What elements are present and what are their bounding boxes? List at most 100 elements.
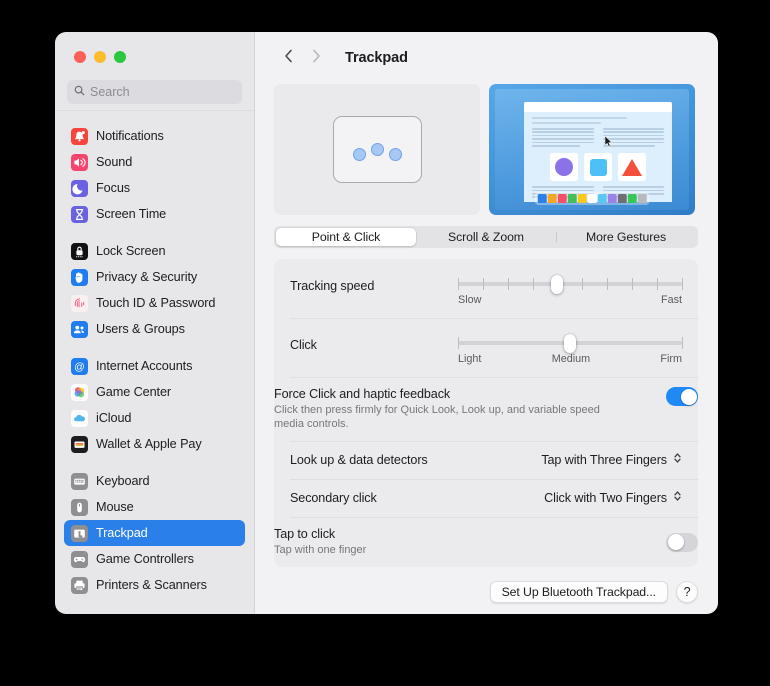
game-center-icon bbox=[71, 383, 88, 401]
tab-more-gestures[interactable]: More Gestures bbox=[556, 228, 696, 246]
tracking-speed-label: Tracking speed bbox=[290, 279, 375, 293]
sidebar-item-label: Mouse bbox=[96, 500, 134, 514]
notifications-icon bbox=[71, 127, 88, 145]
sidebar-item-label: Sound bbox=[96, 155, 133, 169]
tracking-speed-legend: Slow Fast bbox=[458, 294, 682, 306]
sidebar-group-1: Notifications Sound Focus Screen Time bbox=[55, 123, 254, 227]
sidebar-item-label: Game Center bbox=[96, 385, 172, 399]
setup-bluetooth-trackpad-button[interactable]: Set Up Bluetooth Trackpad... bbox=[489, 581, 668, 603]
privacy-security-icon bbox=[71, 268, 88, 286]
chevron-up-down-icon bbox=[673, 451, 682, 470]
screen-time-icon bbox=[71, 205, 88, 223]
sidebar-nav: Notifications Sound Focus Screen Time Lo… bbox=[55, 110, 254, 614]
sidebar-item-printers-scanners[interactable]: Printers & Scanners bbox=[64, 572, 245, 598]
preview-window-body bbox=[524, 112, 672, 200]
sidebar-item-label: Wallet & Apple Pay bbox=[96, 437, 202, 451]
toolbar: Trackpad bbox=[255, 32, 718, 84]
finger-dot bbox=[370, 143, 384, 156]
slider-track[interactable] bbox=[458, 334, 683, 353]
slider-thumb[interactable] bbox=[564, 334, 576, 353]
preview-card bbox=[550, 153, 578, 182]
sidebar-item-privacy-security[interactable]: Privacy & Security bbox=[64, 264, 245, 290]
click-legend: Light Medium Firm bbox=[458, 353, 682, 365]
sidebar-item-mouse[interactable]: Mouse bbox=[64, 494, 245, 520]
dock-app-icon bbox=[607, 194, 617, 203]
look-up-row: Look up & data detectors Tap with Three … bbox=[274, 441, 698, 479]
slider-track[interactable] bbox=[458, 275, 683, 294]
preview-column bbox=[532, 127, 594, 148]
slider-tick bbox=[632, 278, 634, 290]
users-groups-icon bbox=[71, 320, 88, 338]
sidebar-item-label: Trackpad bbox=[96, 526, 148, 540]
minimize-window-button[interactable] bbox=[94, 51, 106, 63]
tap-to-click-label: Tap to click bbox=[274, 527, 336, 541]
page-title: Trackpad bbox=[345, 50, 408, 66]
tap-to-click-description: Tap with one finger bbox=[274, 544, 367, 556]
tracking-speed-slider[interactable]: Slow Fast bbox=[458, 273, 683, 306]
slider-tick bbox=[607, 278, 609, 290]
slider-tick bbox=[482, 278, 484, 290]
force-click-description: Click then press firmly for Quick Look, … bbox=[274, 404, 600, 430]
zoom-window-button[interactable] bbox=[114, 51, 126, 63]
system-settings-window: Notifications Sound Focus bbox=[55, 32, 718, 614]
slider-max-label: Fast bbox=[661, 294, 682, 306]
tap-to-click-toggle[interactable] bbox=[666, 532, 698, 552]
search-input[interactable] bbox=[90, 85, 235, 99]
sidebar-item-keyboard[interactable]: Keyboard bbox=[64, 468, 245, 494]
sidebar: Notifications Sound Focus bbox=[55, 32, 255, 614]
slider-thumb[interactable] bbox=[551, 275, 564, 294]
force-click-toggle[interactable] bbox=[666, 387, 698, 406]
back-button[interactable] bbox=[275, 45, 301, 71]
secondary-click-popup-button[interactable]: Click with Two Fingers bbox=[544, 489, 682, 508]
trackpad-outline bbox=[332, 116, 422, 183]
game-controllers-icon bbox=[71, 550, 88, 568]
preview-row bbox=[274, 84, 698, 215]
preview-card bbox=[584, 153, 612, 182]
help-button[interactable]: ? bbox=[676, 581, 698, 603]
click-row: Click Light Medium Firm bbox=[274, 318, 698, 377]
close-window-button[interactable] bbox=[74, 51, 86, 63]
dock-app-icon bbox=[557, 194, 567, 203]
sidebar-item-sound[interactable]: Sound bbox=[64, 149, 245, 175]
sidebar-item-wallet[interactable]: Wallet & Apple Pay bbox=[64, 431, 245, 457]
secondary-click-label: Secondary click bbox=[290, 491, 377, 505]
tab-bar: Point & Click Scroll & Zoom More Gesture… bbox=[274, 226, 698, 248]
dock-app-icon bbox=[637, 194, 647, 203]
click-slider[interactable]: Light Medium Firm bbox=[458, 332, 683, 365]
sidebar-item-internet-accounts[interactable]: @ Internet Accounts bbox=[64, 353, 245, 379]
sidebar-item-focus[interactable]: Focus bbox=[64, 175, 245, 201]
sidebar-item-lock-screen[interactable]: Lock Screen bbox=[64, 238, 245, 264]
sidebar-item-game-center[interactable]: Game Center bbox=[64, 379, 245, 405]
tap-to-click-row: Tap to click Tap with one finger bbox=[274, 517, 698, 567]
preview-window-titlebar bbox=[524, 102, 672, 112]
search-box[interactable] bbox=[67, 80, 242, 104]
sidebar-item-users-groups[interactable]: Users & Groups bbox=[64, 316, 245, 342]
sidebar-divider-1 bbox=[55, 227, 254, 238]
desktop-scene bbox=[495, 89, 689, 210]
sound-icon bbox=[71, 153, 88, 171]
search-wrapper bbox=[55, 76, 254, 104]
sidebar-item-trackpad[interactable]: Trackpad bbox=[64, 520, 245, 546]
settings-card: Tracking speed Slow Fast Click Light Med… bbox=[274, 259, 698, 567]
wallet-icon bbox=[71, 435, 88, 453]
dock-app-icon bbox=[597, 194, 607, 203]
chevron-left-icon bbox=[284, 49, 293, 68]
chevron-right-icon bbox=[312, 49, 321, 68]
slider-tick bbox=[682, 337, 683, 349]
tab-scroll-and-zoom[interactable]: Scroll & Zoom bbox=[416, 228, 556, 246]
sidebar-item-icloud[interactable]: iCloud bbox=[64, 405, 245, 431]
dock-app-icon bbox=[547, 194, 557, 203]
sidebar-item-game-controllers[interactable]: Game Controllers bbox=[64, 546, 245, 572]
tab-label: Scroll & Zoom bbox=[448, 230, 524, 244]
dock-app-icon bbox=[577, 194, 587, 203]
sidebar-item-notifications[interactable]: Notifications bbox=[64, 123, 245, 149]
look-up-popup-button[interactable]: Tap with Three Fingers bbox=[541, 451, 682, 470]
mouse-icon bbox=[71, 498, 88, 516]
forward-button[interactable] bbox=[303, 45, 329, 71]
lock-screen-icon bbox=[71, 242, 88, 260]
tab-point-and-click[interactable]: Point & Click bbox=[276, 228, 416, 246]
sidebar-item-label: Keyboard bbox=[96, 474, 150, 488]
sidebar-item-screen-time[interactable]: Screen Time bbox=[64, 201, 245, 227]
sidebar-item-touch-id[interactable]: Touch ID & Password bbox=[64, 290, 245, 316]
svg-text:@: @ bbox=[74, 361, 85, 373]
